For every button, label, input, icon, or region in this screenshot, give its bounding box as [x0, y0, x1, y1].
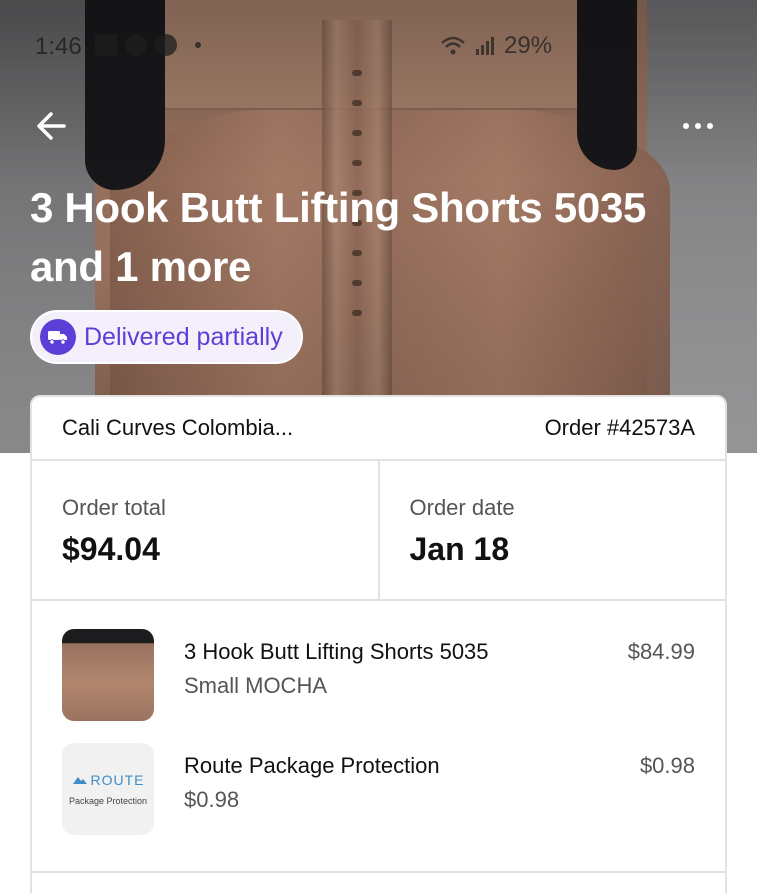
- item-variant: Small MOCHA: [184, 673, 328, 698]
- item-thumbnail: ROUTE Package Protection: [62, 743, 154, 835]
- notification-icons: [95, 34, 201, 56]
- signal-icon: [476, 37, 494, 55]
- gallery-icon: [95, 34, 117, 56]
- store-name[interactable]: Cali Curves Colombia...: [62, 415, 293, 441]
- item-price: $84.99: [627, 639, 695, 664]
- item-name: Route Package Protection: [184, 753, 440, 778]
- item-thumbnail: [62, 629, 154, 721]
- back-button[interactable]: [32, 106, 72, 146]
- wifi-icon: [441, 36, 465, 55]
- order-card-header: Cali Curves Colombia... Order #42573A: [32, 397, 725, 461]
- page-title: 3 Hook Butt Lifting Shorts 5035 and 1 mo…: [30, 184, 647, 290]
- order-number: Order #42573A: [544, 415, 695, 440]
- system-icons: 29%: [440, 32, 552, 60]
- order-date-value: Jan 18: [409, 531, 510, 567]
- more-notifications-icon: [195, 42, 201, 48]
- order-summary: Order total $94.04 Order date Jan 18: [32, 461, 725, 601]
- item-price: $0.98: [639, 753, 695, 778]
- item-variant: $0.98: [184, 787, 240, 812]
- arrow-left-icon: [37, 112, 66, 140]
- route-arrow-icon: [72, 777, 87, 784]
- order-total: Order total $94.04: [32, 461, 378, 599]
- item-name: 3 Hook Butt Lifting Shorts 5035: [184, 639, 489, 664]
- truck-icon: [40, 319, 76, 355]
- route-logo: ROUTE: [72, 772, 145, 788]
- more-dot-icon: [683, 123, 689, 129]
- order-total-label: Order total: [62, 495, 166, 520]
- status-bar: 1:46 29%: [0, 28, 757, 68]
- order-date: Order date Jan 18: [377, 461, 726, 599]
- order-card: Cali Curves Colombia... Order #42573A Or…: [30, 395, 727, 893]
- order-date-label: Order date: [409, 495, 515, 520]
- more-options-button[interactable]: [672, 106, 724, 146]
- tiktok-icon: [125, 34, 147, 56]
- route-logo-text: ROUTE: [90, 772, 145, 788]
- battery-level: 29%: [504, 32, 553, 59]
- order-total-value: $94.04: [62, 531, 160, 567]
- status-badge-label: Delivered partially: [84, 322, 283, 351]
- route-logo-caption: Package Protection: [68, 796, 148, 806]
- more-dot-icon: [707, 123, 713, 129]
- order-item[interactable]: 3 Hook Butt Lifting Shorts 5035 Small MO…: [32, 601, 725, 723]
- status-badge: Delivered partially: [30, 310, 303, 364]
- cloud-icon: [155, 34, 177, 56]
- more-dot-icon: [695, 123, 701, 129]
- order-item[interactable]: ROUTE Package Protection Route Package P…: [32, 723, 725, 873]
- status-time: 1:46: [35, 33, 82, 60]
